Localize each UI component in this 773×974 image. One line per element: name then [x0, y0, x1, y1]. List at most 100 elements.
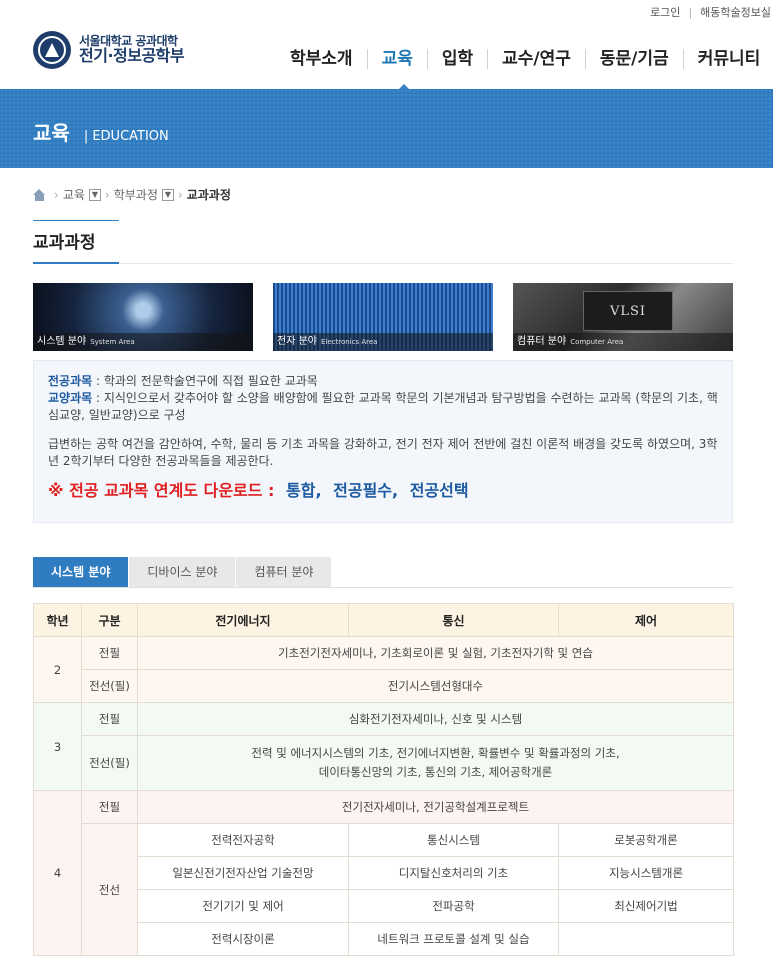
university-seal-icon: [33, 31, 71, 69]
course-cell: 전기전자세미나, 전기공학설계프로젝트: [137, 790, 734, 824]
tab-system[interactable]: 시스템 분야: [33, 557, 129, 587]
course-cell: 디지탈신호처리의 기초: [348, 856, 559, 890]
course-cell: 네트워크 프로토콜 설계 및 실습: [348, 922, 559, 956]
area-images: 시스템 분야 System Area 전자 분야 Electronics Area …: [33, 283, 733, 351]
type-cell: 전필: [81, 702, 138, 736]
type-cell: 전선(필): [81, 669, 138, 703]
page-title: 교과과정: [33, 220, 119, 264]
main-nav: 학부소개 교육 입학 교수/연구 동문/기금 커뮤니티: [290, 49, 773, 69]
nav-admission[interactable]: 입학: [426, 49, 487, 69]
header-control: 제어: [558, 603, 734, 637]
grade-cell: 3: [33, 702, 82, 791]
type-cell: 전선(필): [81, 735, 138, 791]
course-cell: 전력전자공학: [137, 823, 349, 857]
download-link-elective[interactable]: 전공선택: [410, 481, 469, 500]
nav-community[interactable]: 커뮤니티: [682, 49, 773, 69]
chevron-down-icon[interactable]: ▼: [161, 188, 174, 201]
type-cell: 전필: [81, 790, 138, 824]
header-grade: 학년: [33, 603, 82, 637]
download-label: ※ 전공 교과목 연계도 다운로드 :: [48, 481, 275, 500]
major-definition: 전공과목 : 학과의 전문학술연구에 직접 필요한 교과목: [48, 373, 718, 390]
course-cell: [558, 922, 734, 956]
course-cell: 심화전기전자세미나, 신호 및 시스템: [137, 702, 734, 736]
electronics-area-image: 전자 분야 Electronics Area: [273, 283, 493, 351]
course-line: 데이타통신망의 기초, 통신의 기초, 제어공학개론: [318, 765, 553, 779]
computer-area-image: VLSI 컴퓨터 분야 Computer Area: [513, 283, 733, 351]
course-cell: 전기기기 및 제어: [137, 889, 349, 923]
table-row: 전기기기 및 제어 전파공학 최신제어기법: [34, 889, 734, 923]
download-link-integrated[interactable]: 통합: [286, 481, 315, 500]
grade-cell: 4: [33, 790, 82, 956]
header-comm: 통신: [348, 603, 559, 637]
course-cell: 기초전기전자세미나, 기초회로이론 및 실험, 기초전자기학 및 연습: [137, 636, 734, 670]
system-area-image: 시스템 분야 System Area: [33, 283, 253, 351]
course-cell: 전파공학: [348, 889, 559, 923]
course-cell: 전력 및 에너지시스템의 기초, 전기에너지변환, 확률변수 및 확률과정의 기…: [137, 735, 734, 791]
course-cell: 최신제어기법: [558, 889, 734, 923]
table-row: 전력시장이론 네트워크 프로토콜 설계 및 실습: [34, 922, 734, 956]
area-label-en: System Area: [90, 338, 135, 346]
breadcrumb-current: 교과과정: [186, 188, 231, 202]
grade-cell: 2: [33, 636, 82, 703]
table-row: 2 전필 기초전기전자세미나, 기초회로이론 및 실험, 기초전자기학 및 연습: [33, 636, 734, 703]
vlsi-chip: VLSI: [583, 291, 673, 331]
download-link-required[interactable]: 전공필수: [333, 481, 392, 500]
table-header-row: 학년 구분 전기에너지 통신 제어: [33, 603, 734, 637]
header-type: 구분: [81, 603, 138, 637]
breadcrumb-level2[interactable]: 학부과정: [114, 186, 158, 203]
logo-line-2: 전기·정보공학부: [79, 45, 185, 65]
table-row: 전선 전력전자공학 통신시스템 로봇공학개론: [34, 823, 734, 956]
table-row: 3 전필 심화전기전자세미나, 신호 및 시스템: [33, 702, 734, 791]
type-cell: 전선: [81, 823, 138, 956]
course-cell: 지능시스템개론: [558, 856, 734, 890]
tab-underline: [33, 587, 733, 588]
nav-faculty-research[interactable]: 교수/연구: [487, 49, 585, 69]
course-cell: 일본신전기전자산업 기술전망: [137, 856, 349, 890]
breadcrumb-arrow-icon: ›: [177, 187, 183, 202]
home-icon[interactable]: [33, 188, 46, 201]
page-title-bar: 교과과정: [33, 220, 733, 264]
nav-about[interactable]: 학부소개: [290, 49, 367, 69]
site-logo[interactable]: 서울대학교 공과대학 전기·정보공학부: [33, 31, 185, 69]
header-energy: 전기에너지: [137, 603, 349, 637]
liberal-definition: 교양과목 : 지식인으로서 갖추어야 할 소양을 배양함에 필요한 교과목 학문…: [48, 390, 718, 424]
tab-computer[interactable]: 컴퓨터 분야: [236, 557, 332, 587]
area-label-en: Computer Area: [570, 338, 624, 346]
course-line: 전력 및 에너지시스템의 기초, 전기에너지변환, 확률변수 및 확률과정의 기…: [251, 746, 620, 760]
banner-subtitle: | EDUCATION: [83, 129, 169, 144]
area-label-en: Electronics Area: [320, 338, 378, 346]
tab-device[interactable]: 디바이스 분야: [129, 557, 236, 587]
login-link[interactable]: 로그인: [650, 6, 680, 19]
breadcrumb-arrow-icon: ›: [104, 187, 110, 202]
table-row: 전선(필) 전기시스템선형대수: [34, 669, 734, 703]
download-row: ※ 전공 교과목 연계도 다운로드 : 통합, 전공필수, 전공선택: [48, 481, 469, 500]
course-cell: 전기시스템선형대수: [137, 669, 734, 703]
course-cell: 통신시스템: [348, 823, 559, 857]
major-desc: : 학과의 전문학술연구에 직접 필요한 교과목: [92, 374, 318, 388]
nav-education[interactable]: 교육: [366, 49, 427, 69]
nav-alumni-fund[interactable]: 동문/기금: [584, 49, 683, 69]
section-banner: 교육 | EDUCATION: [0, 89, 773, 168]
info-box: 전공과목 : 학과의 전문학술연구에 직접 필요한 교과목 교양과목 : 지식인…: [33, 360, 733, 523]
area-label: 컴퓨터 분야: [517, 336, 567, 347]
area-label: 전자 분야: [277, 336, 317, 347]
table-row: 4 전필 전기전자세미나, 전기공학설계프로젝트: [33, 790, 734, 956]
area-label: 시스템 분야: [37, 336, 87, 347]
banner-title: 교육: [33, 121, 70, 145]
liberal-key: 교양과목: [48, 391, 93, 405]
liberal-desc: : 지식인으로서 갖추어야 할 소양을 배양함에 필요한 교과목 학문의 기본개…: [48, 391, 718, 422]
breadcrumb-level1[interactable]: 교육: [63, 186, 85, 203]
area-tabs: 시스템 분야 디바이스 분야 컴퓨터 분야: [33, 557, 332, 587]
curriculum-table: 학년 구분 전기에너지 통신 제어 2 전필 기초전기전자세미나, 기초회로이론…: [33, 603, 734, 956]
alumni-link[interactable]: 해동학술정보실: [700, 6, 771, 19]
utility-links: 로그인 | 해동학술정보실: [650, 6, 771, 19]
chevron-down-icon[interactable]: ▼: [88, 188, 101, 201]
table-row: 전선(필) 전력 및 에너지시스템의 기초, 전기에너지변환, 확률변수 및 확…: [34, 735, 734, 791]
curriculum-paragraph: 급변하는 공학 여건을 감안하여, 수학, 물리 등 기초 과목을 강화하고, …: [48, 437, 718, 468]
course-cell: 로봇공학개론: [558, 823, 734, 857]
course-cell: 전력시장이론: [137, 922, 349, 956]
major-key: 전공과목: [48, 374, 93, 388]
table-row: 일본신전기전자산업 기술전망 디지탈신호처리의 기초 지능시스템개론: [34, 856, 734, 890]
breadcrumb: › 교육 ▼ › 학부과정 ▼ › 교과과정: [33, 186, 231, 203]
type-cell: 전필: [81, 636, 138, 670]
